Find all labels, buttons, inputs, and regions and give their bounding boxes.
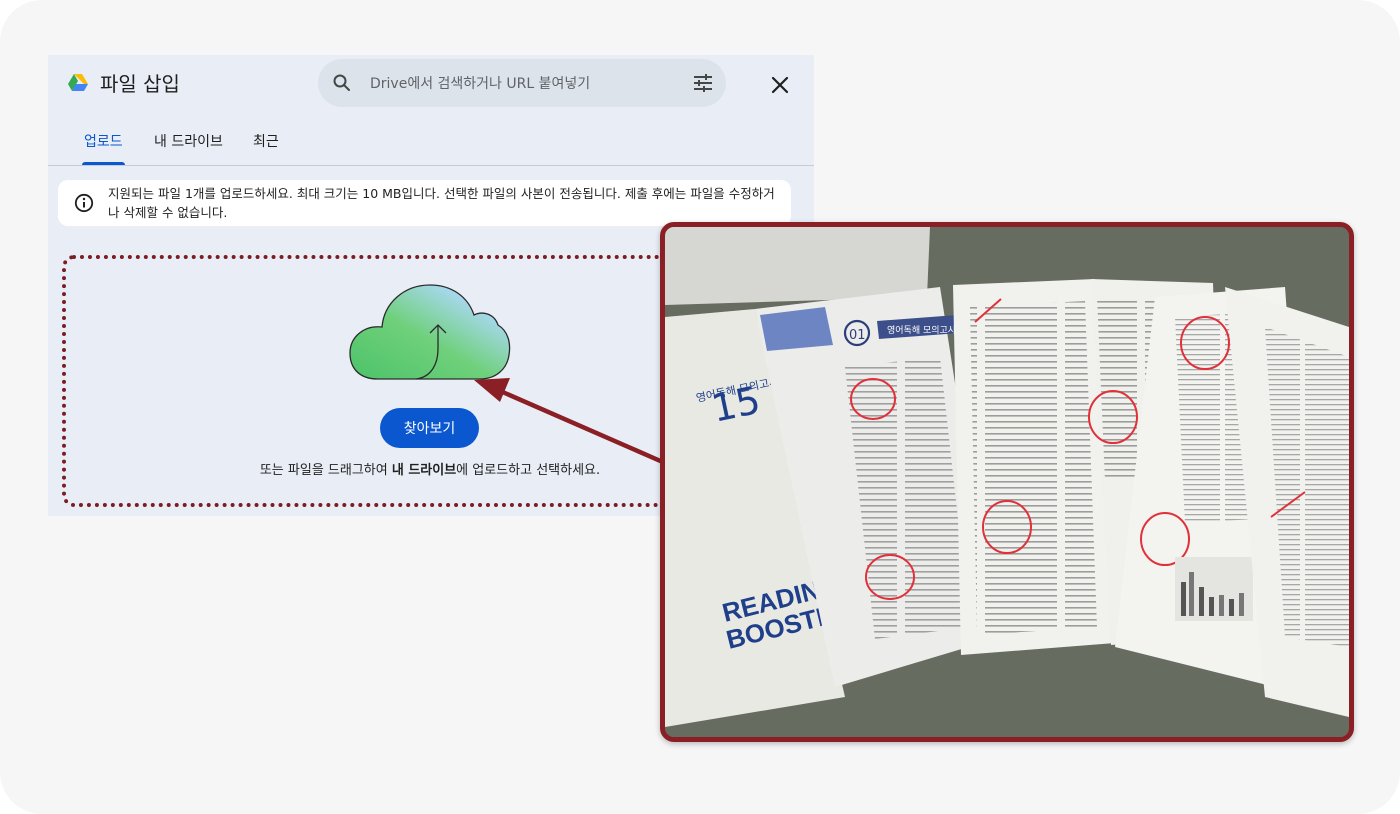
close-icon[interactable]: [768, 73, 792, 97]
page-badge: 01: [849, 328, 866, 343]
cloud-upload-icon: [349, 284, 511, 380]
drop-hint-before: 또는 파일을 드래그하여: [259, 463, 392, 478]
search-icon[interactable]: [332, 73, 352, 93]
tune-icon[interactable]: [692, 72, 714, 94]
drive-logo-icon: [68, 74, 88, 91]
browse-button[interactable]: 찾아보기: [380, 408, 479, 448]
dialog-tabs: 업로드 내 드라이브 최근: [48, 121, 814, 166]
info-icon: [74, 193, 94, 213]
dialog-header: 파일 삽입: [48, 55, 814, 115]
photo-illustration: 영어독해 모의고사 15 READING BOOSTER 01 영어독해 모의고…: [665, 227, 1349, 737]
upload-notice: 지원되는 파일 1개를 업로드하세요. 최대 크기는 10 MB입니다. 선택한…: [58, 180, 791, 226]
notice-text: 지원되는 파일 1개를 업로드하세요. 최대 크기는 10 MB입니다. 선택한…: [108, 186, 775, 220]
drive-search-bar[interactable]: [318, 59, 726, 109]
callout-arrow: [474, 378, 668, 466]
tab-my-drive[interactable]: 내 드라이브: [154, 121, 223, 165]
tab-upload[interactable]: 업로드: [82, 121, 125, 165]
drop-hint-drive-link: 내 드라이브: [391, 463, 457, 478]
page-heading: 영어독해 모의고사: [887, 325, 957, 336]
dialog-title: 파일 삽입: [100, 72, 180, 96]
tab-recent[interactable]: 최근: [253, 121, 279, 165]
search-input[interactable]: [368, 59, 682, 109]
worksheet-photo: 영어독해 모의고사 15 READING BOOSTER 01 영어독해 모의고…: [660, 222, 1354, 742]
worksheet-page-middle: [953, 279, 1115, 655]
